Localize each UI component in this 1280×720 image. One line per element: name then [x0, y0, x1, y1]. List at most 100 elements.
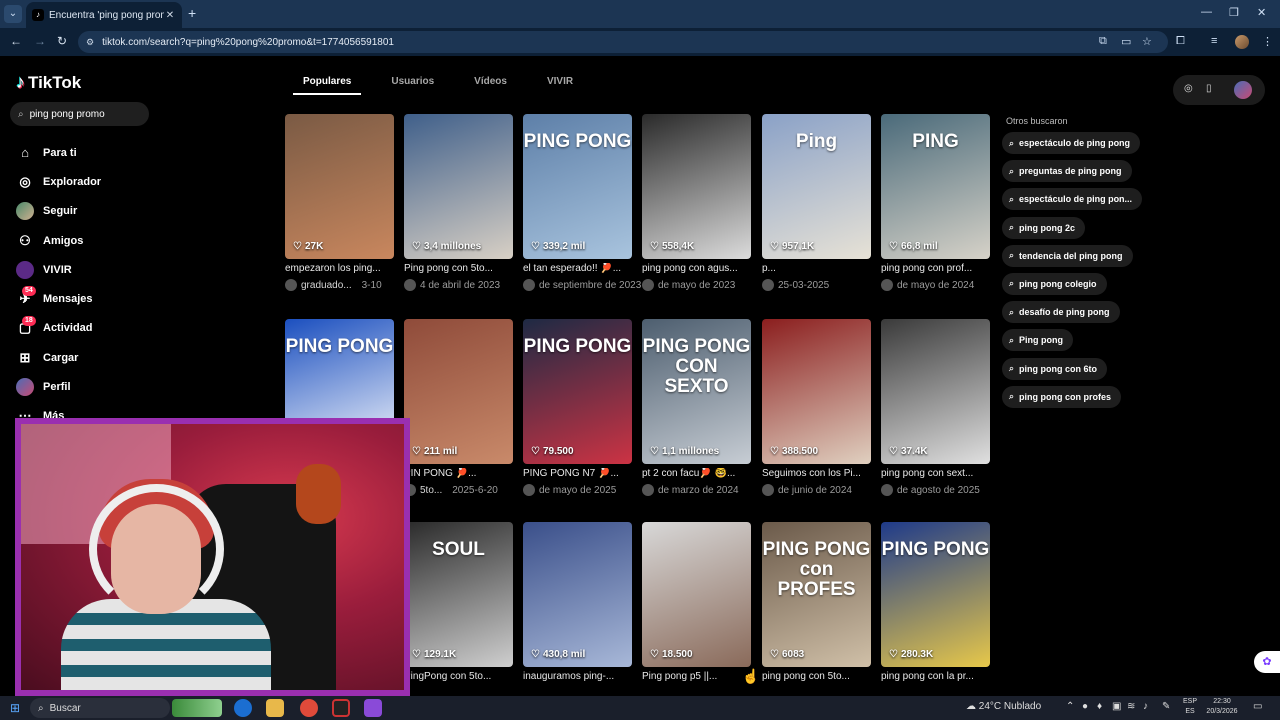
edge-icon[interactable]	[234, 699, 252, 717]
suggestion-chip[interactable]: ⌕ ping pong con profes	[1002, 385, 1122, 408]
obs-icon[interactable]	[332, 699, 350, 717]
video-thumbnail[interactable]: PING PONG ♡ 280.3K	[881, 522, 990, 667]
video-thumbnail[interactable]: PING PONG ♡ 79.500	[523, 319, 632, 464]
video-card[interactable]: ♡ 211 mil PIN PONG 🏓... 5to... 2025-6-20	[404, 319, 513, 496]
tab-videos[interactable]: Vídeos	[464, 76, 517, 95]
video-caption[interactable]: Ping pong con 5to...	[404, 263, 522, 274]
video-thumbnail[interactable]: ♡ 3,4 millones	[404, 114, 513, 259]
video-caption[interactable]: empezaron los ping...	[285, 263, 403, 274]
file-explorer-icon[interactable]	[266, 699, 284, 717]
video-card[interactable]: ♡ 558,4K ping pong con agus... de mayo de 2…	[642, 114, 751, 291]
tray-wifi-icon[interactable]: ≋	[1127, 701, 1135, 712]
tab-populares[interactable]: Populares	[293, 76, 362, 95]
video-card[interactable]: PING PONG ♡ 339,2 mil el tan esperado!! 🏓..…	[523, 114, 641, 291]
video-thumbnail[interactable]: ♡ 18.500	[642, 522, 751, 667]
tab-usuarios[interactable]: Usuarios	[381, 76, 444, 95]
cast-icon[interactable]: ▭	[1121, 35, 1131, 48]
sidebar-item-explorador[interactable]: ◎ Explorador	[16, 167, 101, 196]
sidebar-item-cargar[interactable]: ⊞ Cargar	[16, 343, 101, 372]
tray-chevron-icon[interactable]: ⌃	[1066, 701, 1074, 712]
floating-extension-button[interactable]: ✿	[1254, 651, 1280, 673]
video-caption[interactable]: PING PONG N7 🏓...	[523, 468, 641, 479]
video-thumbnail[interactable]: ♡ 27K	[285, 114, 394, 259]
creator-avatar[interactable]	[523, 279, 535, 291]
restore-window-icon[interactable]: ❐	[1229, 6, 1239, 19]
video-card[interactable]: ♡ 430,8 mil inauguramos ping-...	[523, 522, 632, 682]
video-thumbnail[interactable]: PING PONG ♡ 339,2 mil	[523, 114, 632, 259]
tab-vivir[interactable]: VIVIR	[537, 76, 583, 95]
creator-name[interactable]: 5to...	[420, 485, 442, 496]
site-info-icon[interactable]: ⚙	[86, 37, 94, 48]
creator-avatar[interactable]	[881, 279, 893, 291]
video-caption[interactable]: PIN PONG 🏓...	[404, 468, 522, 479]
new-tab-button[interactable]: +	[188, 5, 196, 21]
creator-avatar[interactable]	[762, 279, 774, 291]
video-thumbnail[interactable]: Ping ♡ 957,1K	[762, 114, 871, 259]
video-caption[interactable]: ping pong con 5to...	[762, 671, 880, 682]
video-card[interactable]: PING PONG CON SEXTO ♡ 1,1 millones pt 2 con…	[642, 319, 751, 496]
tray-volume-icon[interactable]: ♪	[1143, 701, 1148, 712]
video-thumbnail[interactable]: ♡ 388.500	[762, 319, 871, 464]
browser-tab[interactable]: ♪ Encuentra 'ping pong promo' e ✕	[26, 2, 182, 28]
sidebar-item-perfil[interactable]: Perfil	[16, 372, 101, 401]
chrome-icon[interactable]	[300, 699, 318, 717]
forward-icon[interactable]: →	[34, 34, 46, 48]
sidebar-item-amigos[interactable]: ⚇ Amigos	[16, 226, 101, 255]
creator-avatar[interactable]	[285, 279, 297, 291]
creator-avatar[interactable]	[881, 484, 893, 496]
video-caption[interactable]: ping pong con prof...	[881, 263, 999, 274]
bookmark-star-icon[interactable]: ☆	[1142, 35, 1152, 48]
extensions-icon[interactable]: ⧠	[1176, 35, 1185, 48]
creator-name[interactable]: graduado...	[301, 280, 352, 291]
weather-widget[interactable]: ☁ 24°C Nublado	[966, 701, 1041, 712]
video-card[interactable]: Ping ♡ 957,1K p... 25-03-2025	[762, 114, 871, 291]
tray-display-icon[interactable]: ▣	[1112, 701, 1121, 712]
video-caption[interactable]: inauguramos ping-...	[523, 671, 641, 682]
creator-avatar[interactable]	[523, 484, 535, 496]
tiktok-logo[interactable]: ♪ TikTok	[16, 72, 81, 93]
tab-search-menu-button[interactable]: ⌄	[4, 5, 22, 23]
suggestion-chip[interactable]: ⌕ ping pong con 6to	[1002, 357, 1108, 380]
close-window-icon[interactable]: ✕	[1257, 6, 1266, 19]
clock[interactable]: 22:30 20/3/2026	[1204, 697, 1240, 717]
video-caption[interactable]: PingPong con 5to...	[404, 671, 522, 682]
video-caption[interactable]: ping pong con sext...	[881, 468, 999, 479]
suggestion-chip[interactable]: ⌕ preguntas de ping pong	[1002, 160, 1132, 183]
suggestion-chip[interactable]: ⌕ espectáculo de ping pon...	[1002, 188, 1143, 211]
suggestion-chip[interactable]: ⌕ ping pong colegio	[1002, 272, 1107, 295]
video-card[interactable]: SOUL ♡ 129.1K PingPong con 5to...	[404, 522, 513, 682]
video-caption[interactable]: Seguimos con los Pi...	[762, 468, 880, 479]
video-card[interactable]: PING PONG ♡ 280.3K ping pong con la pr...	[881, 522, 990, 682]
video-card[interactable]: ♡ 37.4K ping pong con sext... de agosto de …	[881, 319, 990, 496]
sidebar-item-vivir[interactable]: VIVIR	[16, 255, 101, 284]
back-icon[interactable]: ←	[10, 34, 22, 48]
video-caption[interactable]: pt 2 con facu🏓 🤓...	[642, 468, 760, 479]
video-card[interactable]: ♡ 27K empezaron los ping... graduado... 3-10	[285, 114, 394, 291]
close-tab-icon[interactable]: ✕	[164, 10, 176, 21]
discord-icon[interactable]	[364, 699, 382, 717]
browser-profile-avatar[interactable]	[1235, 35, 1249, 49]
suggestion-chip[interactable]: ⌕ desafío de ping pong	[1002, 301, 1120, 324]
notifications-icon[interactable]: ▭	[1253, 701, 1262, 712]
tray-app-icon[interactable]: ●	[1082, 701, 1088, 712]
video-caption[interactable]: p...	[762, 263, 880, 274]
video-thumbnail[interactable]: PING ♡ 66,8 mil	[881, 114, 990, 259]
suggestion-chip[interactable]: ⌕ espectáculo de ping pong	[1002, 132, 1141, 154]
creator-avatar[interactable]	[762, 484, 774, 496]
video-card[interactable]: PING PONG ♡ 79.500 PING PONG N7 🏓... de mayo…	[523, 319, 632, 496]
video-card[interactable]: PING PONG con PROFES ♡ 6083 ping pong con 5…	[762, 522, 871, 682]
tray-mic-icon[interactable]: ♦	[1097, 701, 1102, 712]
video-card[interactable]: ♡ 3,4 millones Ping pong con 5to... 4 de ab…	[404, 114, 513, 291]
creator-avatar[interactable]	[642, 279, 654, 291]
suggestion-chip[interactable]: ⌕ tendencia del ping pong	[1002, 244, 1133, 267]
video-thumbnail[interactable]: ♡ 37.4K	[881, 319, 990, 464]
creator-avatar[interactable]	[642, 484, 654, 496]
taskbar-search[interactable]: ⌕ Buscar	[30, 698, 170, 718]
suggestion-chip[interactable]: ⌕ Ping pong	[1002, 329, 1074, 352]
video-thumbnail[interactable]: PING PONG con PROFES ♡ 6083	[762, 522, 871, 667]
address-bar[interactable]: ⚙ tiktok.com/search?q=ping%20pong%20prom…	[78, 31, 1168, 53]
video-card[interactable]: ♡ 388.500 Seguimos con los Pi... de junio d…	[762, 319, 871, 496]
video-thumbnail[interactable]: ♡ 211 mil	[404, 319, 513, 464]
video-card[interactable]: ♡ 18.500 Ping pong p5 ||...	[642, 522, 751, 682]
video-thumbnail[interactable]: SOUL ♡ 129.1K	[404, 522, 513, 667]
